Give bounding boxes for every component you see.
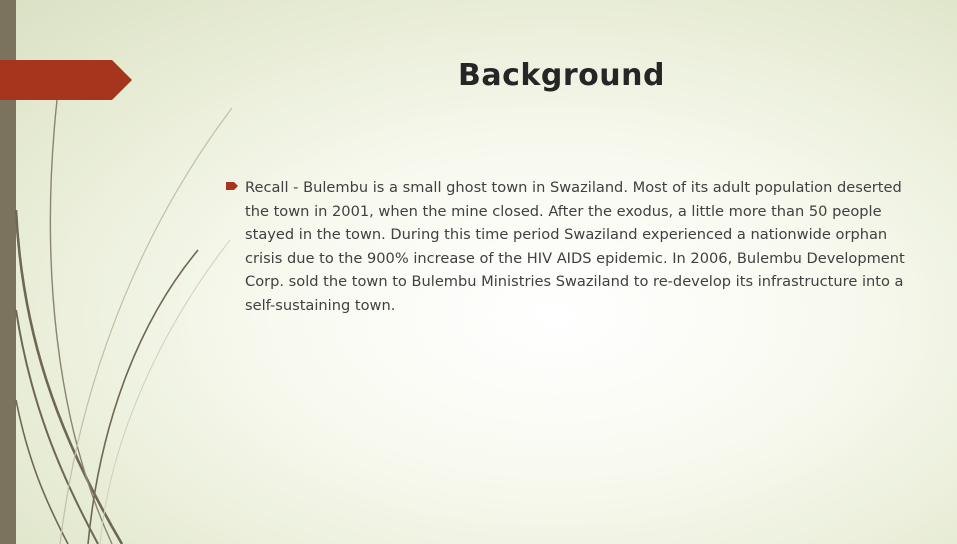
- slide: Background Recall - Bulembu is a small g…: [0, 0, 957, 544]
- bullet-text: Recall - Bulembu is a small ghost town i…: [245, 179, 905, 314]
- slide-title: Background: [458, 58, 665, 93]
- arrow-bullet-icon: [226, 182, 238, 190]
- slide-content: Recall - Bulembu is a small ghost town i…: [226, 176, 926, 317]
- bullet-item: Recall - Bulembu is a small ghost town i…: [226, 176, 926, 317]
- arrow-tab-icon: [0, 60, 132, 100]
